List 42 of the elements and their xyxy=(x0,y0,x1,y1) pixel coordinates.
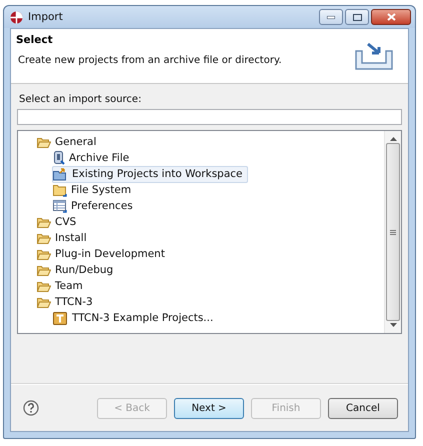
tree-item[interactable]: File System xyxy=(70,184,132,196)
t-box-icon xyxy=(53,311,68,325)
tree-item[interactable]: TTCN-3 Example Projects... xyxy=(71,312,214,324)
source-label: Select an import source: xyxy=(18,94,142,105)
tree-item[interactable]: Archive File xyxy=(68,152,130,164)
maximize-icon xyxy=(352,14,362,20)
down-arrow-icon xyxy=(390,323,396,327)
tree-item[interactable]: Install xyxy=(54,232,88,244)
filter-field[interactable] xyxy=(17,109,402,125)
tree-item[interactable]: Run/Debug xyxy=(54,264,114,276)
maximize-button[interactable] xyxy=(345,9,369,25)
dialog-button[interactable]: Next > xyxy=(174,398,244,418)
folder-icon xyxy=(37,280,51,292)
folder-icon xyxy=(37,296,51,308)
folder-icon xyxy=(53,184,67,196)
folder-arrow-icon xyxy=(53,168,68,180)
page-description: Create new projects from an archive file or directory. xyxy=(17,55,283,66)
dialog-button[interactable]: Cancel xyxy=(328,398,398,418)
tree-item[interactable]: Preferences xyxy=(70,200,134,212)
close-button[interactable] xyxy=(371,9,411,25)
page-title: Select xyxy=(16,34,54,46)
folder-icon xyxy=(37,248,51,260)
grip-icon xyxy=(390,230,396,234)
tree-item[interactable]: TTCN-3 xyxy=(54,296,94,308)
close-icon xyxy=(386,13,396,21)
up-arrow-icon xyxy=(390,137,396,141)
window-title: Import xyxy=(28,11,64,23)
scrollbar[interactable] xyxy=(384,131,401,333)
help-icon[interactable] xyxy=(23,400,39,416)
folder-icon xyxy=(37,136,51,148)
tree-item[interactable]: Plug-in Development xyxy=(54,248,166,260)
folder-icon xyxy=(37,264,51,276)
tree-item[interactable]: Team xyxy=(54,280,84,292)
minimize-button[interactable] xyxy=(319,9,343,25)
folder-icon xyxy=(37,216,51,228)
minimize-icon xyxy=(327,16,335,18)
tree-item[interactable]: CVS xyxy=(54,216,78,228)
app-icon xyxy=(10,10,23,24)
table-icon xyxy=(53,200,67,212)
tree-item[interactable]: General xyxy=(54,136,98,148)
folder-icon xyxy=(37,232,51,244)
import-tray-icon xyxy=(354,41,394,71)
